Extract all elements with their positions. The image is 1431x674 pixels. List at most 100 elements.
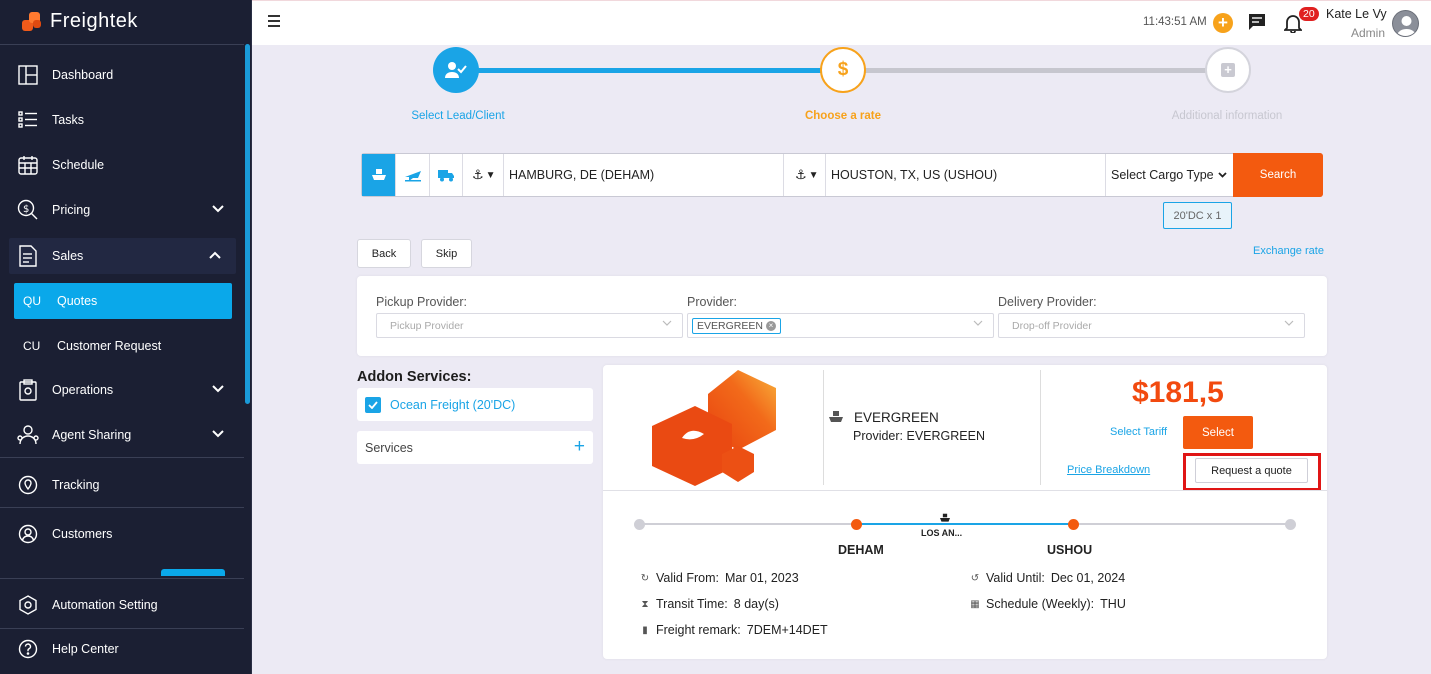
customers-icon <box>17 523 39 545</box>
addon-ocean-freight-label: Ocean Freight (20'DC) <box>390 397 516 412</box>
sidebar-item-label: Automation Setting <box>52 598 158 612</box>
delivery-provider-placeholder: Drop-off Provider <box>1012 319 1092 332</box>
destination-type-toggle[interactable]: ⚓ ▼ <box>795 154 819 196</box>
request-quote-button[interactable]: Request a quote <box>1195 458 1308 483</box>
valid-until: ↺ Valid Until: Dec 01, 2024 <box>970 571 1125 585</box>
freightek-logo-icon <box>20 11 44 33</box>
stepper-progress-line <box>456 68 843 73</box>
remove-chip-icon[interactable]: × <box>765 320 776 331</box>
truck-icon <box>437 170 454 182</box>
route-start-dot <box>634 519 645 530</box>
origin-input[interactable]: HAMBURG, DE (DEHAM) <box>509 154 779 196</box>
sidebar-item-tracking[interactable]: Tracking <box>0 467 244 503</box>
menu-toggle-icon[interactable] <box>268 15 280 30</box>
chevron-down-icon <box>1217 172 1227 178</box>
app-logo[interactable]: Freightek <box>20 10 138 33</box>
mode-ocean-button[interactable] <box>362 154 396 196</box>
dashboard-icon <box>17 64 39 86</box>
app-name: Freightek <box>50 10 138 32</box>
skip-button[interactable]: Skip <box>421 239 472 268</box>
sidebar-sub-customer-request[interactable]: CU Customer Request <box>14 328 232 364</box>
sidebar-item-sales[interactable]: Sales <box>9 238 236 274</box>
sub-code: QU <box>23 294 41 308</box>
anchor-icon: ⚓ <box>795 167 807 182</box>
agent-sharing-icon <box>17 424 39 446</box>
sidebar-scrollbar[interactable] <box>245 44 250 404</box>
calendar-icon: ▦ <box>970 598 980 610</box>
help-icon <box>17 638 39 660</box>
select-rate-button[interactable]: Select <box>1183 416 1253 449</box>
ship-icon <box>371 169 386 180</box>
select-tariff-link[interactable]: Select Tariff <box>1110 426 1167 438</box>
provider-chip[interactable]: EVERGREEN × <box>692 317 781 334</box>
chat-icon[interactable] <box>1248 13 1266 36</box>
provider-label: Provider: <box>687 295 738 309</box>
delivery-provider-select[interactable]: Drop-off Provider <box>998 313 1305 338</box>
mode-truck-button[interactable] <box>429 154 463 196</box>
addon-ocean-freight[interactable]: Ocean Freight (20'DC) <box>357 388 593 421</box>
route-destination-dot <box>1068 519 1079 530</box>
schedule-label: Schedule (Weekly): <box>986 597 1095 611</box>
avatar[interactable] <box>1392 10 1419 37</box>
sidebar-item-help-center[interactable]: Help Center <box>0 631 244 667</box>
sidebar-item-agent-sharing[interactable]: Agent Sharing <box>0 417 244 453</box>
route-end-dot <box>1285 519 1296 530</box>
sidebar-item-pricing[interactable]: $ Pricing <box>0 192 244 228</box>
hourglass-icon: ⧗ <box>641 598 649 610</box>
chevron-down-icon <box>212 382 224 396</box>
add-service-icon[interactable]: + <box>574 436 585 458</box>
carrier-logo <box>650 368 780 493</box>
tasks-icon <box>17 109 39 131</box>
chevron-up-icon <box>209 248 221 262</box>
rate-price: $181,5 <box>1132 376 1224 409</box>
bookmark-icon: ▮ <box>642 624 648 636</box>
back-button[interactable]: Back <box>357 239 411 268</box>
sidebar-item-operations[interactable]: Operations <box>0 372 244 408</box>
destination-input[interactable]: HOUSTON, TX, US (USHOU) <box>831 154 1101 196</box>
provider-chip-label: EVERGREEN <box>697 319 763 332</box>
route-line-pre <box>639 523 857 525</box>
chevron-double-down-icon: ▼ <box>485 169 496 181</box>
container-tag[interactable]: 20'DC x 1 <box>1163 202 1232 229</box>
route-line-main <box>857 523 1073 525</box>
origin-type-toggle[interactable]: ⚓ ▼ <box>472 154 496 196</box>
checkbox-checked-icon[interactable] <box>365 396 381 413</box>
user-name[interactable]: Kate Le Vy <box>1326 7 1387 21</box>
step-3-label: Additional information <box>1171 110 1283 122</box>
sidebar-item-automation-setting[interactable]: Automation Setting <box>0 587 244 623</box>
chevron-double-down-icon: ▼ <box>808 169 819 181</box>
provider-select[interactable]: EVERGREEN × <box>687 313 994 338</box>
exchange-rate-link[interactable]: Exchange rate <box>1253 245 1324 257</box>
valid-until-value: Dec 01, 2024 <box>1050 571 1126 585</box>
sidebar-item-customers[interactable]: Customers <box>0 516 244 552</box>
sidebar-sub-quotes[interactable]: QU Quotes <box>14 283 232 319</box>
price-breakdown-link[interactable]: Price Breakdown <box>1067 464 1150 476</box>
sidebar-item-label: Operations <box>52 383 114 397</box>
quick-add-button[interactable]: + <box>1213 13 1233 33</box>
addon-services-title: Addon Services: <box>357 369 472 385</box>
calendar-icon <box>17 154 39 176</box>
clock: 11:43:51 AM <box>1143 16 1207 28</box>
partial-badge <box>161 569 225 576</box>
mode-air-button[interactable] <box>396 154 430 196</box>
step-2-circle[interactable]: $ <box>820 47 866 93</box>
pickup-provider-select[interactable]: Pickup Provider <box>376 313 683 338</box>
sidebar-item-label: Tasks <box>52 113 84 127</box>
cargo-type-select[interactable]: Select Cargo Type <box>1111 154 1227 196</box>
chevron-down-icon <box>662 320 672 326</box>
sub-label: Quotes <box>57 294 98 308</box>
sidebar-item-label: Help Center <box>52 642 119 656</box>
pricing-search-icon: $ <box>17 199 39 221</box>
undo-icon: ↺ <box>970 572 980 584</box>
step-1-circle[interactable] <box>433 47 479 93</box>
sidebar-item-schedule[interactable]: Schedule <box>0 147 244 183</box>
sidebar-item-label: Schedule <box>52 158 105 172</box>
sidebar-item-tasks[interactable]: Tasks <box>0 102 244 138</box>
route-line-post <box>1073 523 1291 525</box>
top-header: 11:43:51 AM + 20 Kate Le Vy Admin <box>252 0 1431 45</box>
sidebar-item-dashboard[interactable]: Dashboard <box>0 57 244 93</box>
search-button[interactable]: Search <box>1233 153 1323 197</box>
step-3-circle[interactable]: + <box>1205 47 1251 93</box>
origin-port: DEHAM <box>838 543 884 557</box>
services-panel[interactable]: Services + <box>357 431 593 464</box>
